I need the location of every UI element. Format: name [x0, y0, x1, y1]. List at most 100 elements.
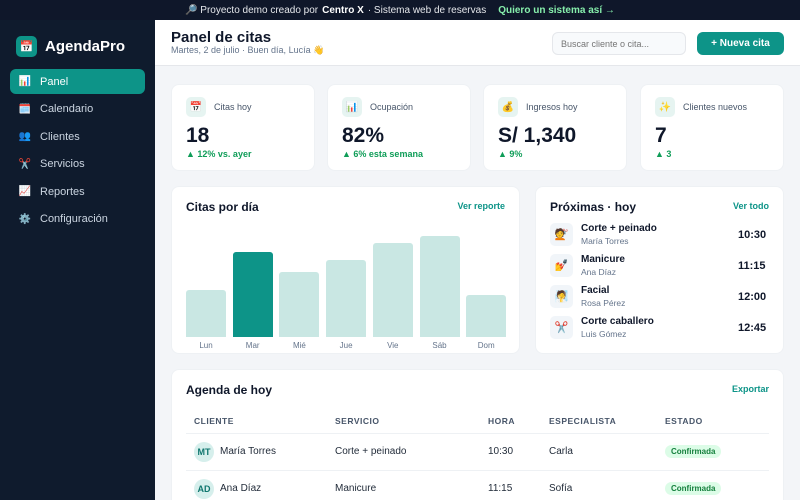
cell-time: 10:30: [488, 446, 514, 457]
agenda-card: Agenda de hoy Exportar CLIENTE SERVICIO …: [171, 369, 784, 500]
upcoming-time: 11:15: [738, 260, 766, 272]
sidebar-item-panel[interactable]: 📊 Panel: [10, 69, 145, 94]
page-subtitle: Martes, 2 de julio · Buen día, Lucía 👋: [171, 45, 325, 55]
new-appointment-button[interactable]: + Nueva cita: [697, 32, 784, 55]
column-header-hora: HORA: [488, 416, 516, 426]
cell-client: María Torres: [220, 446, 276, 457]
upcoming-service: Manicure: [581, 254, 625, 265]
kpi-delta: ▲ 6% esta semana: [342, 149, 423, 159]
kpi-value: 82%: [342, 124, 385, 147]
view-report-link[interactable]: Ver reporte: [457, 201, 505, 211]
x-tick-label: Mié: [292, 341, 306, 350]
column-header-servicio: SERVICIO: [335, 416, 380, 426]
chart-bar-jue[interactable]: [326, 260, 367, 337]
x-tick-label: Dom: [477, 341, 495, 350]
kpi-value: S/ 1,340: [498, 124, 577, 147]
kpi-card-ocupacion: 📊 Ocupación 82% ▲ 6% esta semana: [327, 84, 471, 171]
status-badge: Confirmada: [665, 445, 722, 458]
chart-icon: 📊: [18, 76, 32, 87]
sidebar-nav: 📊 Panel 🗓️ Calendario 👥 Clientes ✂️ Serv…: [10, 69, 145, 234]
upcoming-service: Corte caballero: [581, 316, 654, 327]
upcoming-item[interactable]: 🧖 Facial Rosa Pérez 12:00: [550, 284, 770, 310]
search-input[interactable]: [552, 32, 686, 55]
calendar-icon: 📅: [186, 97, 206, 117]
upcoming-service: Facial: [581, 285, 610, 296]
kpi-delta: ▲ 12% vs. ayer: [186, 149, 252, 159]
trend-icon: 📈: [18, 186, 32, 197]
upcoming-time: 12:45: [738, 322, 767, 334]
kpi-value: 18: [186, 124, 210, 147]
upcoming-service: Corte + peinado: [581, 223, 657, 234]
banner-cta-link[interactable]: Quiero un sistema así →: [498, 5, 615, 16]
view-all-link[interactable]: Ver todo: [733, 201, 769, 211]
cell-time: 11:15: [488, 483, 513, 494]
banner-author: Centro X: [322, 4, 364, 16]
sparkles-icon: ✨: [655, 97, 675, 117]
demo-banner: 🔎 Proyecto demo creado por Centro X · Si…: [0, 0, 800, 20]
column-header-especialista: ESPECIALISTA: [549, 416, 617, 426]
chart-bar-mar[interactable]: [232, 252, 273, 337]
brand[interactable]: 📅 AgendaPro: [16, 36, 125, 57]
upcoming-client: Rosa Pérez: [581, 298, 626, 308]
kpi-delta: ▲ 3: [655, 149, 672, 159]
sidebar-item-label: Calendario: [40, 103, 94, 115]
avatar: AD: [194, 479, 214, 499]
sidebar-item-label: Reportes: [40, 185, 85, 198]
calendar-icon: 🗓️: [18, 103, 32, 115]
sidebar-item-label: Panel: [40, 75, 69, 88]
upcoming-item[interactable]: 💅 Manicure Ana Díaz 11:15: [550, 253, 770, 279]
cell-service: Corte + peinado: [335, 446, 407, 457]
sidebar-item-servicios[interactable]: ✂️ Servicios: [10, 152, 145, 177]
sidebar-item-configuracion[interactable]: ⚙️ Configuración: [10, 207, 145, 232]
chart-bar-lun[interactable]: [186, 290, 226, 337]
sidebar-item-label: Configuración: [40, 213, 108, 225]
kpi-label: Ocupación: [370, 102, 414, 112]
upcoming-time: 10:30: [738, 229, 767, 241]
avatar: MT: [194, 442, 214, 462]
upcoming-client: Luis Gómez: [581, 329, 627, 339]
status-badge: Confirmada: [665, 482, 722, 495]
main-content: Panel de citas Martes, 2 de julio · Buen…: [155, 20, 800, 500]
x-tick-label: Jue: [339, 341, 353, 350]
page-title: Panel de citas: [171, 29, 272, 46]
chart-bar-vie[interactable]: [372, 243, 413, 337]
haircut-icon: 💇: [550, 223, 573, 246]
kpi-value: 7: [655, 124, 667, 147]
divider: [186, 433, 769, 434]
sidebar-item-reportes[interactable]: 📈 Reportes: [10, 179, 145, 204]
banner-suffix: · Sistema web de reservas: [367, 4, 487, 16]
cell-service: Manicure: [335, 483, 377, 494]
upcoming-item[interactable]: ✂️ Corte caballero Luis Gómez 12:45: [550, 315, 770, 341]
sidebar-item-calendario[interactable]: 🗓️ Calendario: [10, 97, 145, 122]
scissors-icon: ✂️: [550, 316, 573, 339]
money-bag-icon: 💰: [498, 97, 518, 117]
column-header-cliente: CLIENTE: [194, 416, 234, 426]
x-tick-label: Lun: [199, 341, 213, 350]
upcoming-title: Próximas · hoy: [550, 200, 637, 214]
chart-bar-sáb[interactable]: [419, 236, 460, 337]
cell-client: Ana Díaz: [220, 483, 262, 494]
upcoming-item[interactable]: 💇 Corte + peinado María Torres 10:30: [550, 222, 770, 248]
cell-specialist: Carla: [549, 446, 573, 457]
chart-title: Citas por día: [186, 200, 259, 214]
sidebar-item-clientes[interactable]: 👥 Clientes: [10, 124, 145, 149]
kpi-label: Ingresos hoy: [526, 102, 578, 112]
x-tick-label: Mar: [245, 341, 260, 350]
kpi-card-ingresos: 💰 Ingresos hoy S/ 1,340 ▲ 9%: [483, 84, 627, 171]
agenda-title: Agenda de hoy: [186, 383, 273, 397]
upcoming-client: Ana Díaz: [581, 267, 616, 277]
app-name: AgendaPro: [45, 38, 126, 55]
kpi-card-clientes-nuevos: ✨ Clientes nuevos 7 ▲ 3: [640, 84, 784, 171]
sidebar-item-label: Clientes: [40, 130, 80, 143]
chart-bar-mié[interactable]: [279, 272, 320, 337]
chart-bar-dom[interactable]: [466, 295, 507, 337]
export-link[interactable]: Exportar: [732, 384, 769, 394]
kpi-card-citas: 📅 Citas hoy 18 ▲ 12% vs. ayer: [171, 84, 315, 171]
upcoming-time: 12:00: [738, 291, 767, 303]
facial-icon: 🧖: [550, 285, 573, 308]
nail-polish-icon: 💅: [550, 254, 573, 277]
divider: [186, 470, 769, 471]
chart-card: Citas por día Ver reporte Lun Mar Mié Jue Vi…: [171, 186, 520, 354]
chart-icon: 📊: [342, 97, 362, 117]
x-tick-label: Vie: [387, 341, 399, 350]
